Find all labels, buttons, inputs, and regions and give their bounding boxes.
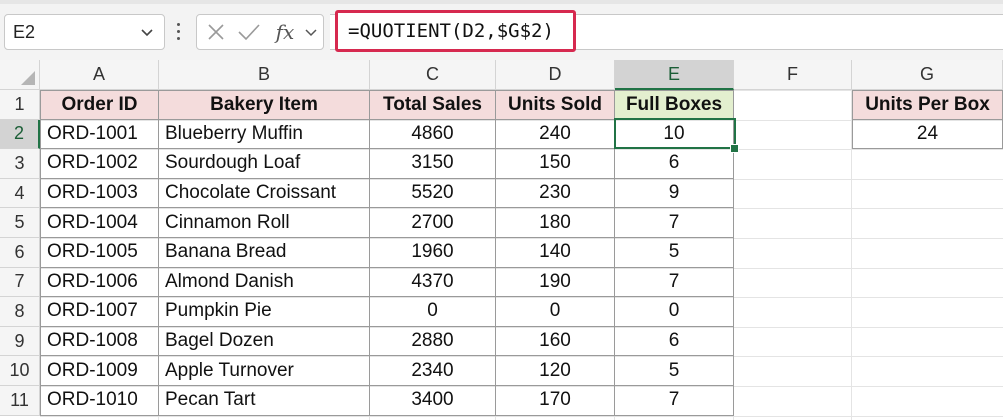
- fill-handle[interactable]: [730, 144, 739, 153]
- table-cell[interactable]: 150: [496, 149, 615, 179]
- row-header-2[interactable]: 2: [0, 119, 40, 150]
- column-header-d[interactable]: D: [496, 60, 615, 90]
- table-cell[interactable]: 0: [615, 297, 734, 327]
- table-cell[interactable]: 6: [615, 326, 734, 357]
- table-cell[interactable]: 140: [496, 238, 615, 268]
- row-header-9[interactable]: 9: [0, 326, 40, 357]
- table-cell[interactable]: ORD-1008: [40, 326, 159, 357]
- table-cell[interactable]: ORD-1005: [40, 238, 159, 268]
- fx-label: fx: [275, 20, 295, 44]
- table-cell[interactable]: Bagel Dozen: [159, 326, 370, 357]
- function-fx-icon[interactable]: fx: [271, 15, 299, 49]
- table-cell[interactable]: Chocolate Croissant: [159, 178, 370, 209]
- name-box[interactable]: E2: [4, 14, 165, 50]
- table-cell[interactable]: 7: [615, 386, 734, 416]
- table-cell[interactable]: 2880: [370, 326, 496, 357]
- table-cell[interactable]: 180: [496, 208, 615, 238]
- active-cell-selection[interactable]: [614, 118, 736, 149]
- formula-text: =QUOTIENT(D2,$G$2): [348, 20, 554, 42]
- row-header-11[interactable]: 11: [0, 386, 40, 416]
- table-cell[interactable]: 160: [496, 326, 615, 357]
- table-cell[interactable]: Pecan Tart: [159, 386, 370, 416]
- table-cell[interactable]: ORD-1007: [40, 297, 159, 327]
- table-cell[interactable]: 2700: [370, 208, 496, 238]
- table-header-cell[interactable]: Full Boxes: [615, 90, 734, 120]
- formula-input[interactable]: =QUOTIENT(D2,$G$2): [335, 10, 576, 52]
- table-cell[interactable]: 230: [496, 178, 615, 209]
- table-cell[interactable]: ORD-1009: [40, 356, 159, 386]
- table-cell[interactable]: 2340: [370, 356, 496, 386]
- select-all-corner[interactable]: [0, 60, 40, 90]
- table-cell[interactable]: 5520: [370, 178, 496, 209]
- ribbon-edge: [0, 0, 1003, 4]
- table-cell[interactable]: 4370: [370, 267, 496, 298]
- row-header-1[interactable]: 1: [0, 90, 40, 120]
- cancel-x-icon[interactable]: [203, 15, 229, 49]
- table-cell[interactable]: 7: [615, 208, 734, 238]
- row-header-5[interactable]: 5: [0, 208, 40, 238]
- table-cell[interactable]: ORD-1006: [40, 267, 159, 298]
- table-cell[interactable]: ORD-1010: [40, 386, 159, 416]
- table-cell[interactable]: 6: [615, 149, 734, 179]
- chevron-down-icon[interactable]: [138, 23, 156, 41]
- column-header-b[interactable]: B: [159, 60, 370, 90]
- confirm-check-icon[interactable]: [235, 15, 263, 49]
- row-header-6[interactable]: 6: [0, 238, 40, 268]
- table-cell[interactable]: 4860: [370, 119, 496, 150]
- row-header-10[interactable]: 10: [0, 356, 40, 386]
- table-cell[interactable]: 9: [615, 178, 734, 209]
- table-cell[interactable]: 5: [615, 356, 734, 386]
- row-header-3[interactable]: 3: [0, 149, 40, 179]
- row-header-7[interactable]: 7: [0, 267, 40, 298]
- table-cell[interactable]: 120: [496, 356, 615, 386]
- units-per-box-header[interactable]: Units Per Box: [852, 90, 1003, 120]
- table-cell[interactable]: Banana Bread: [159, 238, 370, 268]
- table-cell[interactable]: ORD-1003: [40, 178, 159, 209]
- column-header-e[interactable]: E: [615, 60, 734, 90]
- name-box-value: E2: [13, 21, 36, 42]
- table-cell[interactable]: 0: [496, 297, 615, 327]
- table-header-cell[interactable]: Total Sales: [370, 90, 496, 120]
- row-header-8[interactable]: 8: [0, 297, 40, 327]
- table-cell[interactable]: 7: [615, 267, 734, 298]
- column-header-a[interactable]: A: [40, 60, 159, 90]
- table-header-cell[interactable]: Order ID: [40, 90, 159, 120]
- table-cell[interactable]: ORD-1001: [40, 119, 159, 150]
- table-cell[interactable]: 1960: [370, 238, 496, 268]
- table-cell[interactable]: Blueberry Muffin: [159, 119, 370, 150]
- table-cell[interactable]: Sourdough Loaf: [159, 149, 370, 179]
- table-cell[interactable]: 170: [496, 386, 615, 416]
- table-cell[interactable]: 190: [496, 267, 615, 298]
- row-header-4[interactable]: 4: [0, 178, 40, 209]
- units-per-box-value[interactable]: 24: [852, 119, 1003, 150]
- column-header-g[interactable]: G: [852, 60, 1003, 90]
- table-cell[interactable]: ORD-1002: [40, 149, 159, 179]
- table-cell[interactable]: 240: [496, 119, 615, 150]
- table-cell[interactable]: Almond Danish: [159, 267, 370, 298]
- table-header-cell[interactable]: Bakery Item: [159, 90, 370, 120]
- more-dots-icon[interactable]: [171, 16, 185, 46]
- worksheet-grid: ABCDEFG 1 2 3 4 5 6 7 8 9 10 11 Order ID Bakery Ite…: [0, 60, 1003, 420]
- table-cell[interactable]: 3150: [370, 149, 496, 179]
- table-cell[interactable]: ORD-1004: [40, 208, 159, 238]
- chevron-down-icon[interactable]: [301, 15, 321, 49]
- table-cell[interactable]: 0: [370, 297, 496, 327]
- table-cell[interactable]: Apple Turnover: [159, 356, 370, 386]
- table-cell[interactable]: Pumpkin Pie: [159, 297, 370, 327]
- column-header-f[interactable]: F: [734, 60, 852, 90]
- formula-buttons: fx: [196, 14, 324, 50]
- table-cell[interactable]: 3400: [370, 386, 496, 416]
- table-header-cell[interactable]: Units Sold: [496, 90, 615, 120]
- column-header-c[interactable]: C: [370, 60, 496, 90]
- table-cell[interactable]: Cinnamon Roll: [159, 208, 370, 238]
- table-cell[interactable]: 5: [615, 238, 734, 268]
